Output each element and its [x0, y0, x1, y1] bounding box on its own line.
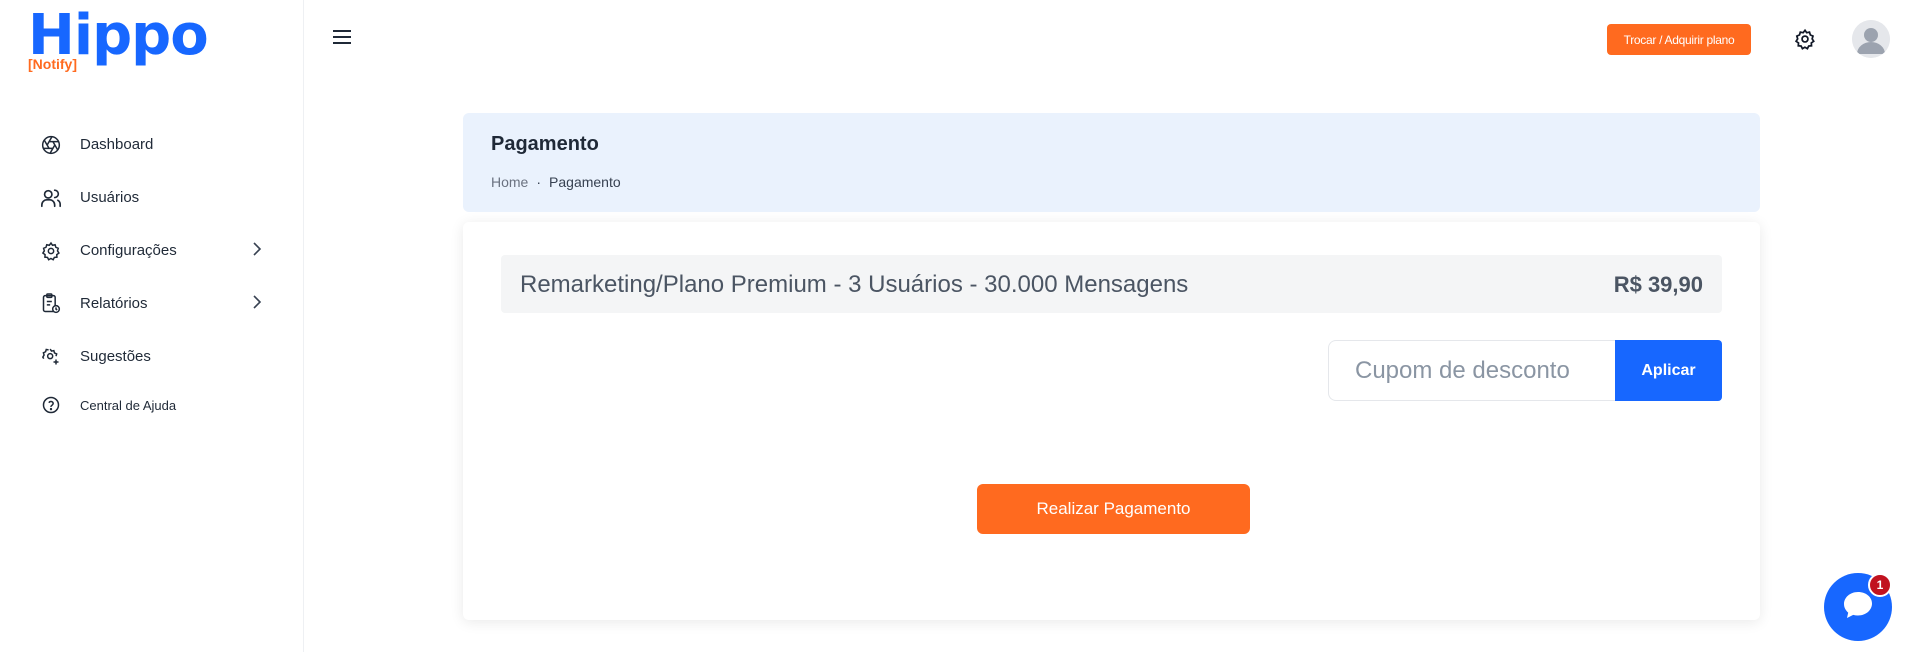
sidebar-item-label: Relatórios: [80, 295, 148, 312]
help-icon: [40, 394, 62, 416]
chevron-right-icon: [252, 242, 262, 261]
logo-tagline: [Notify]: [28, 56, 77, 72]
chat-notification-badge: 1: [1868, 573, 1892, 597]
breadcrumb-separator: ·: [536, 174, 542, 190]
page-header: Pagamento Home · Pagamento: [463, 113, 1760, 212]
sidebar-item-label: Sugestões: [80, 348, 151, 365]
sidebar-nav: Dashboard Usuários Configurações Relatór…: [0, 118, 304, 427]
dashboard-icon: [40, 134, 62, 156]
sidebar-item-central-de-ajuda[interactable]: Central de Ajuda: [0, 383, 304, 427]
breadcrumb: Home · Pagamento: [491, 174, 621, 190]
breadcrumb-current: Pagamento: [549, 174, 621, 190]
chat-bubble-icon: [1841, 589, 1875, 626]
sidebar-item-configuracoes[interactable]: Configurações: [0, 224, 304, 277]
product-price: R$ 39,90: [1613, 272, 1703, 297]
sidebar-item-relatorios[interactable]: Relatórios: [0, 277, 304, 330]
product-summary-row: Remarketing/Plano Premium - 3 Usuários -…: [501, 255, 1722, 313]
sidebar-item-dashboard[interactable]: Dashboard: [0, 118, 304, 171]
hippo-notify-logo[interactable]: Hippo [Notify]: [28, 6, 209, 76]
suggestion-gear-icon: [40, 346, 62, 368]
apply-coupon-button[interactable]: Aplicar: [1615, 340, 1722, 401]
report-icon: [40, 292, 62, 315]
settings-gear-icon[interactable]: [1794, 28, 1816, 50]
sidebar-item-usuarios[interactable]: Usuários: [0, 171, 304, 224]
coupon-input[interactable]: [1328, 340, 1618, 401]
payment-card: Remarketing/Plano Premium - 3 Usuários -…: [463, 222, 1760, 620]
gear-icon: [40, 240, 62, 262]
hamburger-menu-icon[interactable]: [332, 28, 354, 48]
sidebar-item-label: Central de Ajuda: [80, 397, 177, 413]
users-icon: [40, 187, 62, 209]
sidebar-item-label: Configurações: [80, 242, 177, 259]
user-avatar-icon[interactable]: [1852, 20, 1890, 58]
sidebar-item-label: Dashboard: [80, 136, 154, 153]
sidebar: Hippo [Notify] Dashboard Usuários Config…: [0, 0, 304, 652]
page-title: Pagamento: [491, 133, 599, 155]
sidebar-item-sugestoes[interactable]: Sugestões: [0, 330, 304, 383]
change-plan-button[interactable]: Trocar / Adquirir plano: [1607, 24, 1751, 55]
sidebar-item-label: Usuários: [80, 189, 140, 206]
chevron-right-icon: [252, 295, 262, 314]
breadcrumb-home-link[interactable]: Home: [491, 174, 528, 190]
make-payment-button[interactable]: Realizar Pagamento: [977, 484, 1250, 534]
product-name: Remarketing/Plano Premium - 3 Usuários -…: [520, 271, 1189, 298]
